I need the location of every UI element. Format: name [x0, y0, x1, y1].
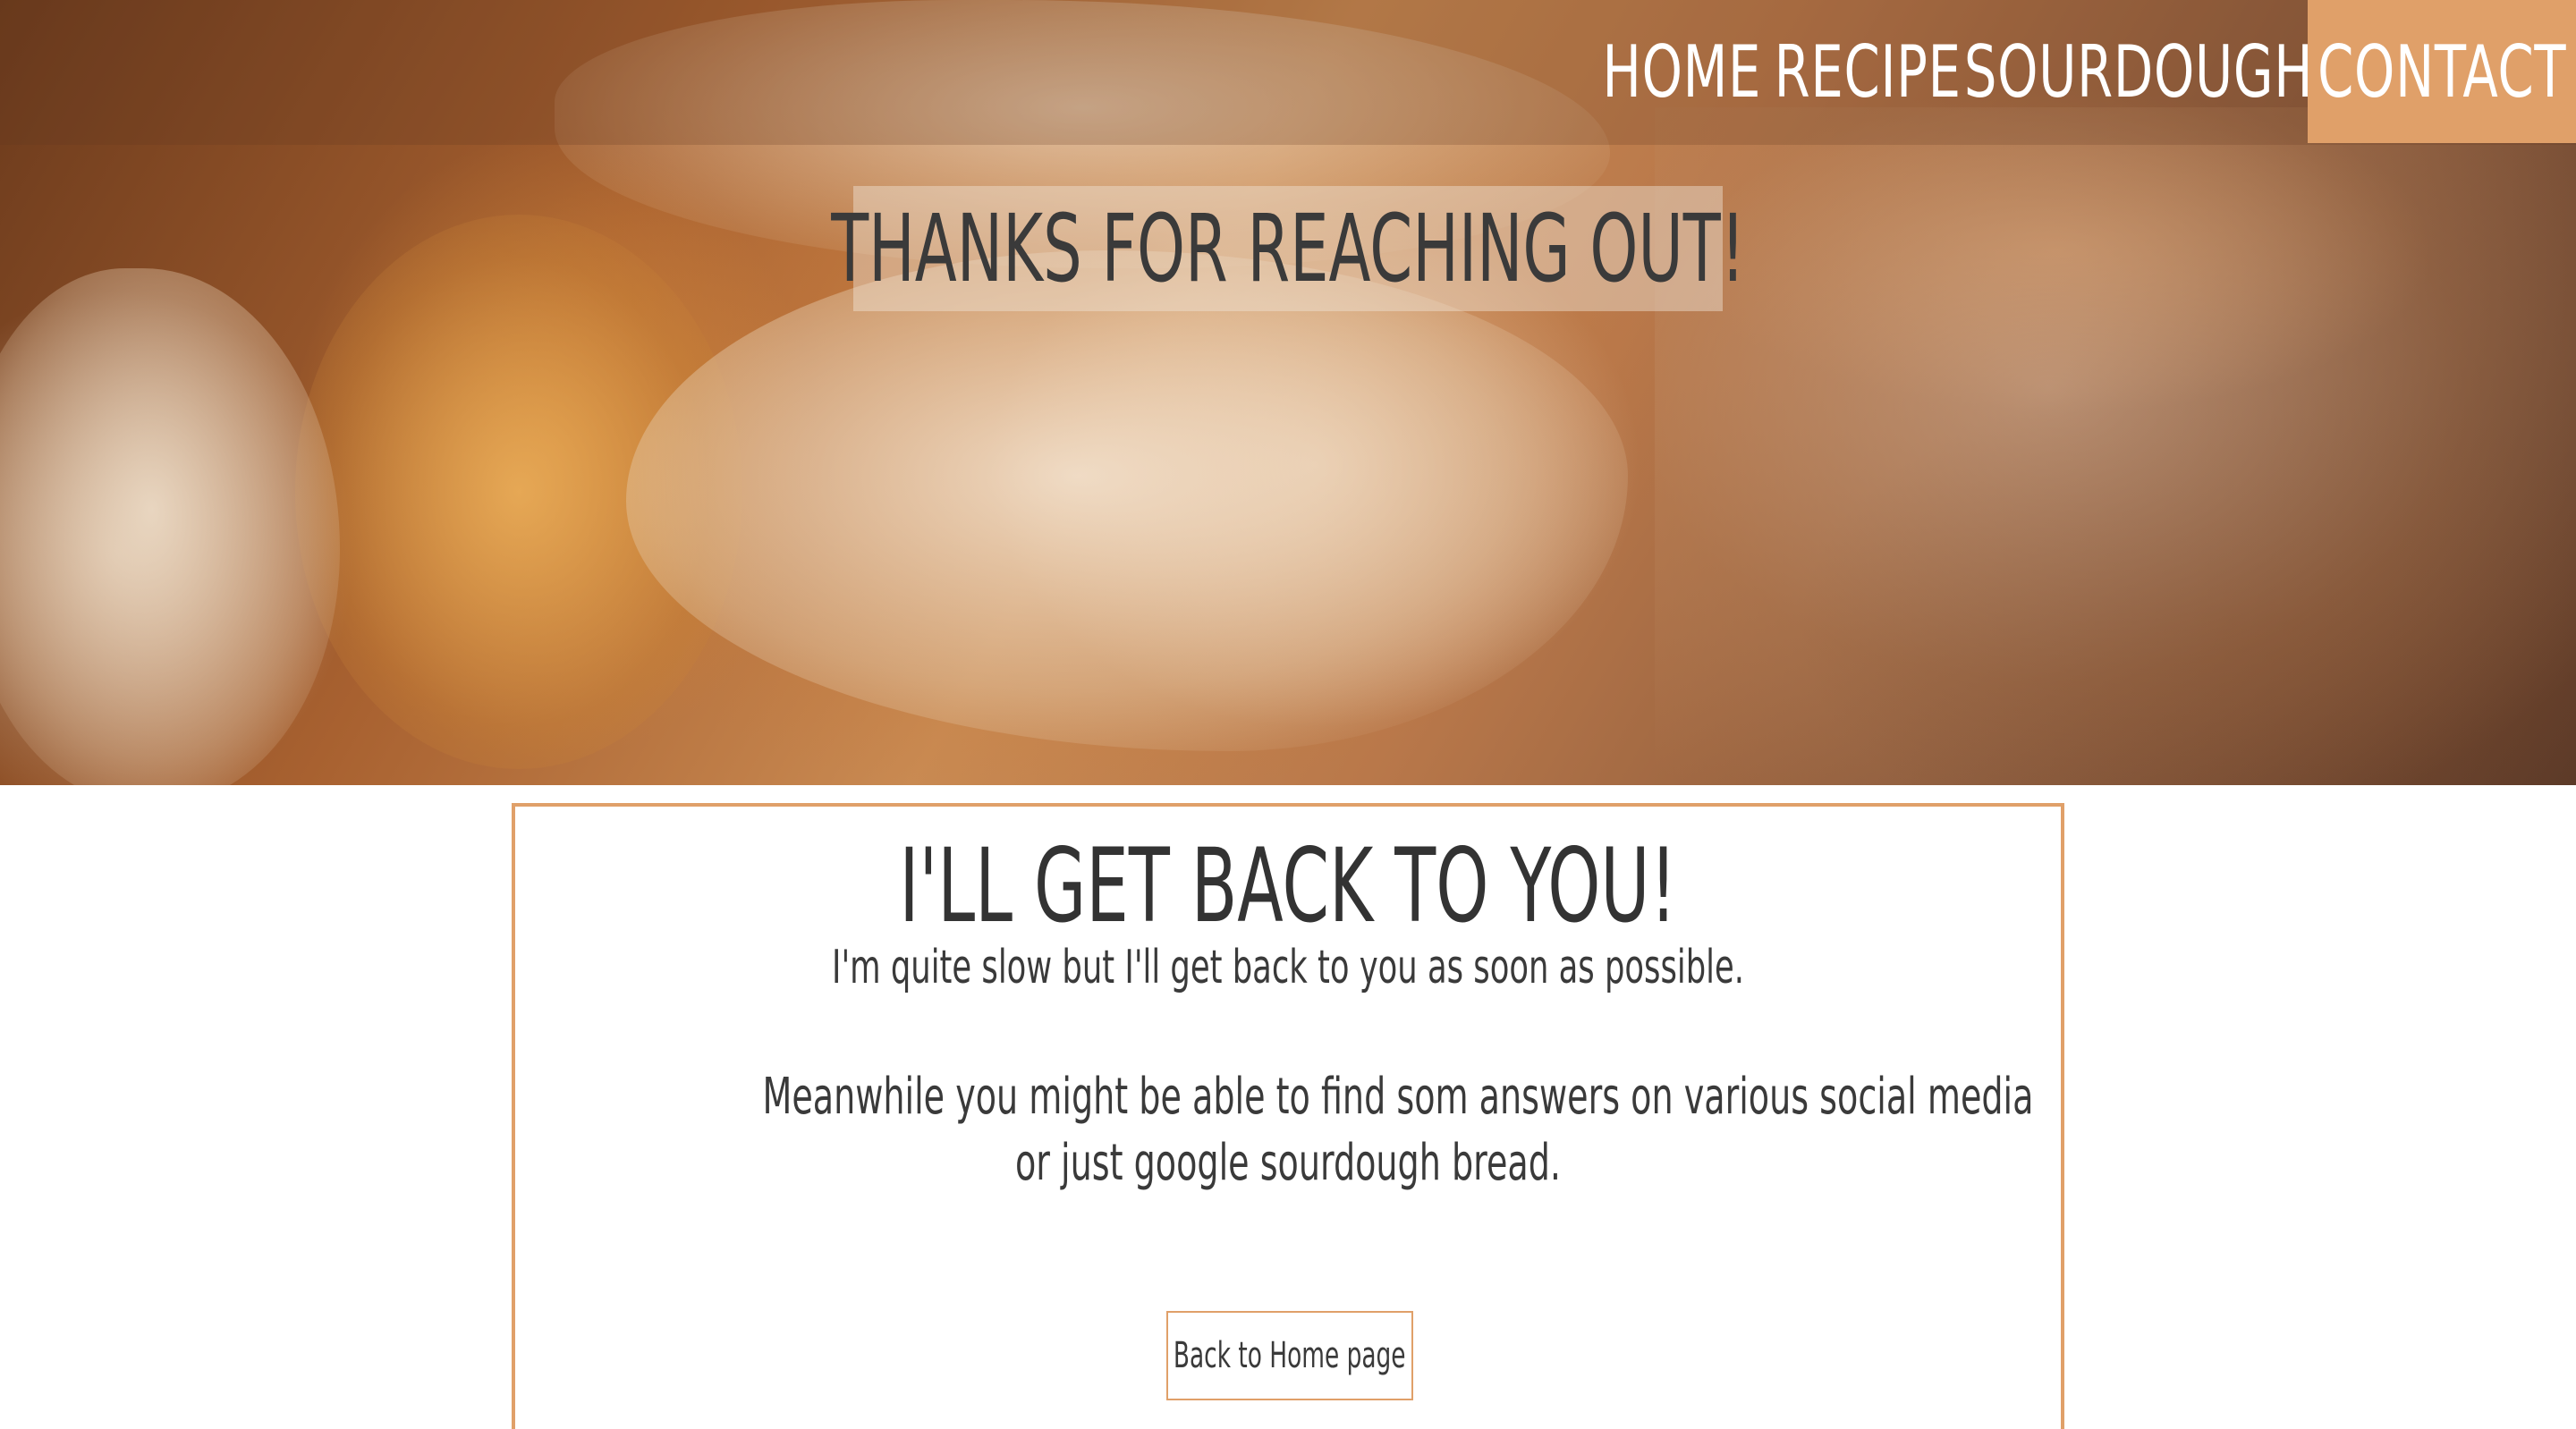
hero-image-detail — [0, 268, 340, 785]
nav-contact-label[interactable]: CONTACT — [2312, 30, 2572, 114]
hero-image-detail — [626, 250, 1628, 751]
hero-title-box: THANKS FOR REACHING OUT! — [831, 186, 1745, 311]
hero-image-detail — [1655, 107, 2576, 785]
nav-home-label[interactable]: HOME — [1597, 30, 1766, 114]
card-text-line: or just google sourdough bread. — [1014, 1134, 1562, 1192]
content-card: I'LL GET BACK TO YOU! I'm quite slow but… — [512, 803, 2064, 1429]
hero-title: THANKS FOR REACHING OUT! — [831, 194, 1745, 303]
hero-banner: HOME RECIPE SOURDOUGH CONTACT THANKS FOR… — [0, 0, 2576, 785]
nav-sourdough-label[interactable]: SOURDOUGH — [1959, 30, 2318, 114]
main-nav: HOME RECIPE SOURDOUGH CONTACT — [1597, 0, 2576, 143]
card-text-line: I'm quite slow but I'll get back to you … — [832, 941, 1744, 994]
nav-recipe[interactable]: RECIPE — [1766, 0, 1970, 143]
back-to-home-button[interactable]: Back to Home page — [1166, 1311, 1413, 1400]
top-navbar: HOME RECIPE SOURDOUGH CONTACT — [0, 0, 2576, 145]
nav-home[interactable]: HOME — [1597, 0, 1766, 143]
nav-sourdough[interactable]: SOURDOUGH — [1964, 0, 2313, 143]
nav-recipe-label[interactable]: RECIPE — [1769, 30, 1967, 114]
card-text-line: Meanwhile you might be able to find som … — [762, 1068, 2034, 1126]
back-to-home-button-label[interactable]: Back to Home page — [1174, 1335, 1406, 1376]
nav-contact-active[interactable]: CONTACT — [2308, 0, 2576, 143]
card-title: I'LL GET BACK TO YOU! — [899, 826, 1677, 945]
